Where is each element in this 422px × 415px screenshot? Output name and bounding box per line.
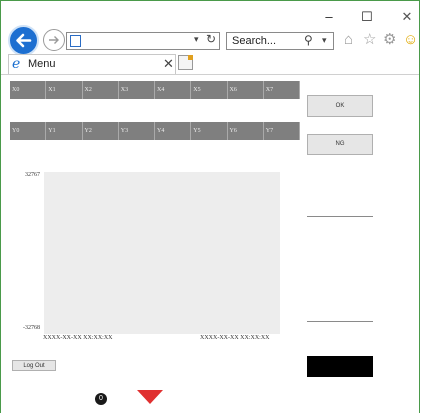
grid-cell-x4[interactable]: X4 <box>155 81 192 99</box>
y-axis-min-label: -32768 <box>23 325 40 331</box>
grid-cell-x3[interactable]: X3 <box>118 81 155 99</box>
grid-cell-x5[interactable]: X5 <box>191 81 228 99</box>
ok-button[interactable]: OK <box>307 95 373 117</box>
status-display <box>307 356 373 377</box>
search-dropdown-icon[interactable]: ▾ <box>322 35 327 46</box>
divider-line <box>307 216 373 217</box>
grid-cell-y7[interactable]: Y7 <box>263 122 300 140</box>
grid-cell-x1[interactable]: X1 <box>46 81 83 99</box>
grid-cell-y2[interactable]: Y2 <box>82 122 119 140</box>
forward-button[interactable] <box>43 29 65 51</box>
chart-plot-area <box>44 172 280 334</box>
tab-title: Menu <box>28 58 56 70</box>
arrow-right-icon <box>49 36 59 44</box>
smiley-feedback-icon[interactable]: ☺ <box>403 31 418 49</box>
x-axis-start-label: XXXX-XX-XX XX:XX:XX <box>43 335 113 341</box>
minimize-button[interactable]: – <box>319 9 339 25</box>
count-badge: 0 <box>95 393 107 405</box>
address-dropdown-icon[interactable]: ▾ <box>194 34 199 45</box>
browser-chrome: – ☐ ✕ ▾ ↻ Search... ⚲ ▾ ⌂ ☆ ⚙ ☺ e Menu ✕ <box>1 1 419 74</box>
close-tab-icon[interactable]: ✕ <box>163 56 174 72</box>
close-window-button[interactable]: ✕ <box>397 9 417 25</box>
down-arrow-icon[interactable] <box>137 390 163 405</box>
address-bar[interactable]: ▾ ↻ <box>66 32 220 50</box>
search-icon[interactable]: ⚲ <box>304 33 313 47</box>
grid-cell-x6[interactable]: X6 <box>227 81 264 99</box>
logout-button[interactable]: Log Out <box>12 360 56 371</box>
x-grid-row: X0 X1 X2 X3 X4 X5 X6 X7 <box>10 81 300 99</box>
refresh-icon[interactable]: ↻ <box>206 32 216 46</box>
grid-cell-y3[interactable]: Y3 <box>118 122 155 140</box>
page-icon <box>70 35 81 47</box>
favorites-star-icon[interactable]: ☆ <box>363 31 376 49</box>
x-axis-end-label: XXXX-XX-XX XX:XX:XX <box>200 335 270 341</box>
grid-cell-x7[interactable]: X7 <box>263 81 300 99</box>
maximize-button[interactable]: ☐ <box>357 9 377 25</box>
ie-logo-icon: e <box>12 56 21 72</box>
settings-gear-icon[interactable]: ⚙ <box>383 31 396 49</box>
grid-cell-y5[interactable]: Y5 <box>191 122 228 140</box>
grid-cell-x2[interactable]: X2 <box>82 81 119 99</box>
search-box[interactable]: Search... ⚲ ▾ <box>226 32 334 50</box>
grid-cell-y1[interactable]: Y1 <box>46 122 83 140</box>
home-icon[interactable]: ⌂ <box>344 31 353 49</box>
grid-cell-y4[interactable]: Y4 <box>155 122 192 140</box>
ng-button[interactable]: NG <box>307 134 373 155</box>
divider-line <box>307 321 373 322</box>
grid-cell-y6[interactable]: Y6 <box>227 122 264 140</box>
arrow-left-icon <box>16 33 32 48</box>
grid-cell-x0[interactable]: X0 <box>10 81 47 99</box>
search-input[interactable]: Search... <box>232 35 276 47</box>
back-button[interactable] <box>8 25 39 56</box>
tab-menu[interactable]: e Menu ✕ <box>8 54 176 74</box>
y-axis-max-label: 32767 <box>25 172 40 178</box>
new-tab-button[interactable] <box>178 55 193 70</box>
page-content: X0 X1 X2 X3 X4 X5 X6 X7 Y0 Y1 Y2 Y3 Y4 Y… <box>1 74 419 413</box>
y-grid-row: Y0 Y1 Y2 Y3 Y4 Y5 Y6 Y7 <box>10 122 300 140</box>
grid-cell-y0[interactable]: Y0 <box>10 122 47 140</box>
